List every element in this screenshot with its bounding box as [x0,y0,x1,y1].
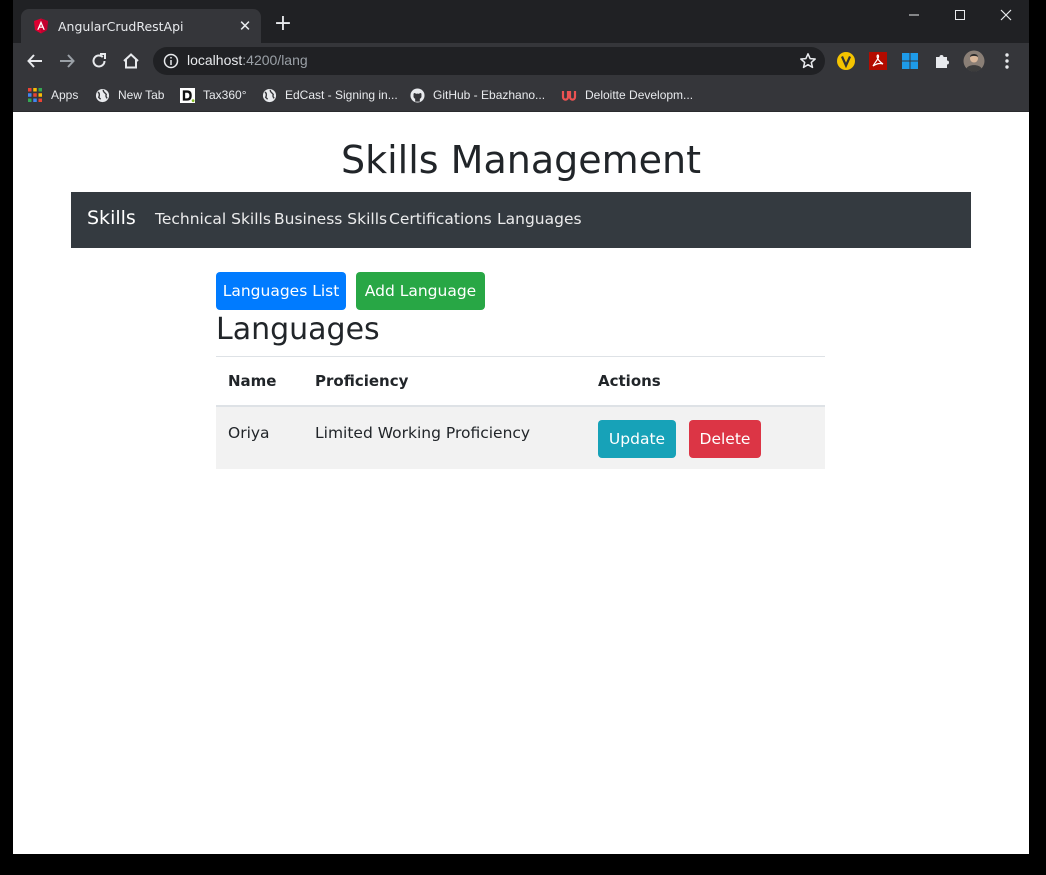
angular-icon [33,18,49,34]
bookmark-label: Tax360° [203,88,247,102]
column-header-name: Name [228,372,277,390]
vimium-extension-icon[interactable] [835,50,857,72]
udemy-icon [561,87,577,103]
tab-strip: AngularCrudRestApi ✕ + [13,0,1029,43]
globe-icon [94,87,110,103]
globe-icon [261,87,277,103]
browser-toolbar: localhost:4200/lang [13,43,1029,79]
github-icon [409,87,425,103]
pdf-extension-icon[interactable] [867,50,889,72]
column-header-proficiency: Proficiency [315,372,409,390]
minimize-icon[interactable] [891,0,937,30]
nav-link-certifications[interactable]: Certifications [389,210,492,228]
extensions-puzzle-icon[interactable] [931,50,953,72]
cell-name: Oriya [228,424,270,442]
delete-button[interactable]: Delete [689,420,761,458]
url-path: :4200/lang [242,52,308,68]
maximize-icon[interactable] [937,0,983,30]
new-tab-button[interactable]: + [271,13,295,37]
languages-list-button[interactable]: Languages List [216,272,346,310]
address-bar[interactable]: localhost:4200/lang [153,47,825,75]
table-header: Name Proficiency Actions [216,357,825,407]
bookmark-deloitte-dev[interactable]: Deloitte Developm... [561,84,693,106]
section-title: Languages [216,312,380,347]
nav-link-technical-skills[interactable]: Technical Skills [155,210,271,228]
bookmarks-bar: Apps New Tab Tax360° EdCast - Signing in… [13,79,1029,112]
browser-window: AngularCrudRestApi ✕ + localhost:4200/la… [13,0,1029,854]
profile-avatar-icon[interactable] [963,50,985,72]
deloitte-d-icon [179,87,195,103]
bookmark-edcast[interactable]: EdCast - Signing in... [261,84,398,106]
add-language-button[interactable]: Add Language [356,272,485,310]
bookmark-apps[interactable]: Apps [27,84,78,106]
bookmark-label: Deloitte Developm... [585,88,694,102]
browser-tab[interactable]: AngularCrudRestApi ✕ [21,9,261,43]
navbar-brand[interactable]: Skills [87,207,136,229]
bookmark-label: Apps [51,88,79,102]
url-host: localhost [187,52,243,68]
column-header-actions: Actions [598,372,661,390]
reload-icon[interactable] [85,47,113,75]
bookmark-tax360[interactable]: Tax360° [179,84,247,106]
menu-kebab-icon[interactable] [996,50,1018,72]
back-arrow-icon[interactable] [21,47,49,75]
tab-close-icon[interactable]: ✕ [235,16,255,36]
forward-arrow-icon[interactable] [53,47,81,75]
bookmark-label: New Tab [118,88,165,102]
navbar: Skills Technical Skills Business Skills … [71,192,971,248]
bookmark-label: EdCast - Signing in... [285,88,398,102]
info-icon[interactable] [163,53,179,69]
tab-title: AngularCrudRestApi [58,18,184,34]
url-text: localhost:4200/lang [187,52,308,68]
bookmark-github[interactable]: GitHub - Ebazhano... [409,84,545,106]
bookmark-star-icon[interactable] [799,52,817,70]
update-button[interactable]: Update [598,420,676,458]
page-title: Skills Management [341,138,701,182]
bookmark-label: GitHub - Ebazhano... [433,88,546,102]
close-window-icon[interactable] [983,0,1029,30]
nav-link-business-skills[interactable]: Business Skills [274,210,387,228]
windows-extension-icon[interactable] [899,50,921,72]
home-icon[interactable] [117,47,145,75]
page-content: Skills Management Skills Technical Skill… [13,112,1029,854]
languages-table: Name Proficiency Actions Oriya Limited W… [216,356,825,469]
apps-grid-icon [27,87,43,103]
table-row: Oriya Limited Working Proficiency Update… [216,407,825,469]
bookmark-new-tab[interactable]: New Tab [94,84,164,106]
nav-link-languages[interactable]: Languages [497,210,582,228]
cell-proficiency: Limited Working Proficiency [315,424,531,442]
